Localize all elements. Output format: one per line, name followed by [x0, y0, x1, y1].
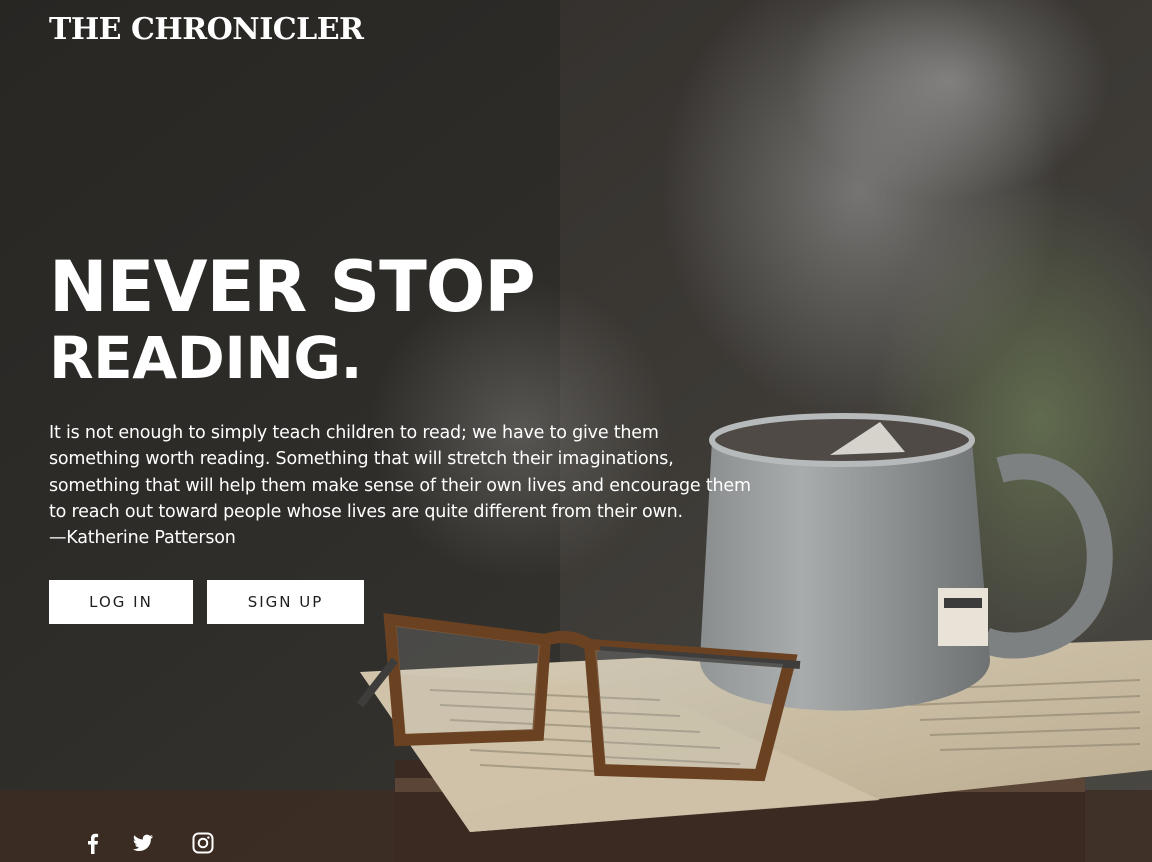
facebook-icon[interactable] [80, 830, 106, 856]
quote-author: —Katherine Patterson [49, 528, 236, 549]
hero-section: THE CHRONICLER NEVER STOP READING. It is… [0, 0, 1152, 862]
brand-logo[interactable]: THE CHRONICLER [49, 12, 364, 48]
headline-line-2: READING. [49, 324, 363, 392]
headline-line-1: NEVER STOP [49, 246, 536, 328]
login-button[interactable]: LOG IN [49, 580, 193, 624]
instagram-icon[interactable] [190, 830, 216, 856]
signup-button[interactable]: SIGN UP [207, 580, 364, 624]
hero-headline: NEVER STOP READING. [49, 246, 536, 392]
twitter-icon[interactable] [130, 830, 156, 856]
quote-text: It is not enough to simply teach childre… [49, 423, 751, 522]
hero-quote: It is not enough to simply teach childre… [49, 420, 754, 551]
